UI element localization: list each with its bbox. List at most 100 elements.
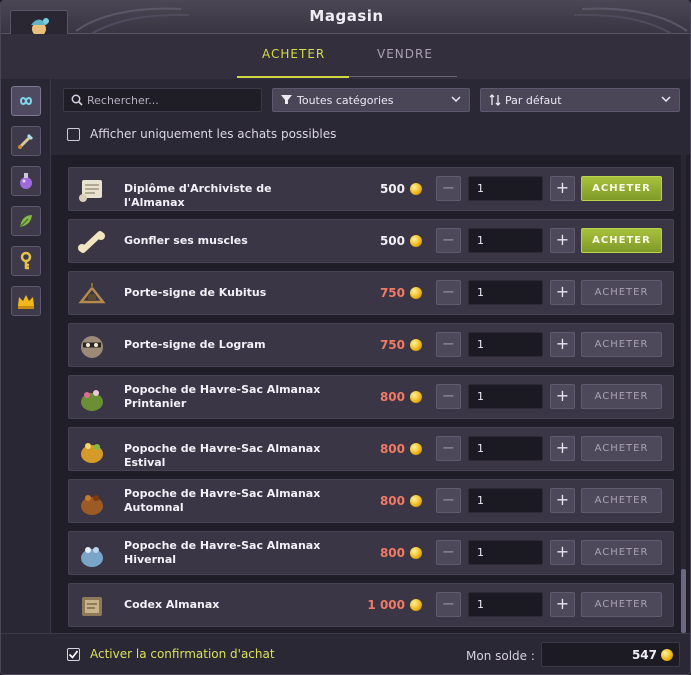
shop-item-row: Popoche de Havre-Sac Almanax Hivernal 800… — [68, 531, 674, 575]
shop-item-row: Popoche de Havre-Sac Almanax Printanier 8… — [68, 375, 674, 419]
item-price: 500 — [379, 234, 405, 248]
item-name: Codex Almanax — [124, 598, 220, 611]
category-sidebar — [1, 79, 51, 639]
item-name: Diplôme d'Archiviste de l'Almanax — [124, 182, 272, 209]
shop-item-row: Codex Almanax 1 000 −1 + ACHETER — [68, 583, 674, 627]
bone-icon — [74, 224, 110, 260]
buy-button[interactable]: ACHETER — [581, 436, 662, 461]
category-cosmetics-button[interactable] — [11, 286, 41, 316]
search-icon — [71, 94, 83, 106]
kama-coin-icon — [410, 235, 422, 247]
item-name: Popoche de Havre-Sac Almanax Printanier — [124, 383, 321, 410]
category-resources-button[interactable] — [11, 206, 41, 236]
shop-item-row: Porte-signe de Logram 750 −1 + ACHETER — [68, 323, 674, 367]
buy-button[interactable]: ACHETER — [581, 592, 662, 617]
kama-coin-icon — [410, 391, 422, 403]
confirm-purchase-checkbox[interactable] — [67, 648, 80, 661]
balance-label: Mon solde : — [466, 649, 535, 663]
category-dropdown-value: Toutes catégories — [297, 94, 394, 107]
quantity-decrement-button[interactable]: − — [436, 436, 461, 461]
category-equipment-button[interactable] — [11, 126, 41, 156]
item-price: 1 000 — [367, 598, 405, 612]
buy-button[interactable]: ACHETER — [581, 176, 662, 201]
quantity-decrement-button[interactable]: − — [436, 280, 461, 305]
raccoon-icon — [74, 328, 110, 364]
buy-button[interactable]: ACHETER — [581, 280, 662, 305]
quantity-input[interactable]: 1 — [468, 332, 543, 357]
shop-window: Magasin ACHETER VENDRE Rechercher... Tou… — [0, 0, 691, 675]
scrollbar-track[interactable] — [681, 155, 686, 633]
balance-value: 547 — [631, 648, 657, 662]
quantity-increment-button[interactable]: + — [550, 332, 575, 357]
quantity-input[interactable]: 1 — [468, 436, 543, 461]
tab-divider — [349, 76, 457, 77]
quantity-decrement-button[interactable]: − — [436, 228, 461, 253]
quantity-input[interactable]: 1 — [468, 488, 543, 513]
quantity-decrement-button[interactable]: − — [436, 488, 461, 513]
sort-dropdown[interactable]: Par défaut — [480, 88, 680, 112]
quantity-input[interactable]: 1 — [468, 540, 543, 565]
quantity-decrement-button[interactable]: − — [436, 592, 461, 617]
kama-coin-icon — [410, 495, 422, 507]
category-keys-button[interactable] — [11, 246, 41, 276]
quantity-increment-button[interactable]: + — [550, 176, 575, 201]
shop-item-row: Porte-signe de Kubitus 750 −1 + ACHETER — [68, 271, 674, 315]
quantity-increment-button[interactable]: + — [550, 436, 575, 461]
item-price: 500 — [379, 182, 405, 196]
scrollbar-thumb[interactable] — [681, 569, 686, 633]
item-price: 800 — [379, 390, 405, 404]
search-input[interactable]: Rechercher... — [63, 88, 262, 112]
quantity-decrement-button[interactable]: − — [436, 540, 461, 565]
quantity-increment-button[interactable]: + — [550, 488, 575, 513]
buy-button[interactable]: ACHETER — [581, 228, 662, 253]
quantity-input[interactable]: 1 — [468, 228, 543, 253]
sword-icon — [18, 133, 34, 149]
tab-sell[interactable]: VENDRE — [377, 47, 433, 61]
kama-coin-icon — [410, 339, 422, 351]
quantity-increment-button[interactable]: + — [550, 280, 575, 305]
category-all-button[interactable] — [11, 86, 41, 116]
quantity-input[interactable]: 1 — [468, 592, 543, 617]
balance-display: 547 — [541, 642, 680, 667]
quantity-decrement-button[interactable]: − — [436, 384, 461, 409]
bag-autumn-icon — [74, 484, 110, 520]
buy-button[interactable]: ACHETER — [581, 332, 662, 357]
sort-dropdown-value: Par défaut — [505, 94, 562, 107]
item-price: 800 — [379, 442, 405, 456]
quantity-input[interactable]: 1 — [468, 280, 543, 305]
potion-icon — [20, 173, 32, 189]
only-affordable-checkbox[interactable] — [67, 128, 80, 141]
crown-icon — [18, 295, 34, 309]
shop-item-row: Diplôme d'Archiviste de l'Almanax 500 −1 + A… — [68, 167, 674, 211]
quantity-increment-button[interactable]: + — [550, 228, 575, 253]
window-title: Magasin — [309, 7, 384, 25]
filter-icon — [281, 95, 292, 104]
category-dropdown[interactable]: Toutes catégories — [272, 88, 470, 112]
key-icon — [20, 251, 32, 270]
buy-button[interactable]: ACHETER — [581, 488, 662, 513]
buy-button[interactable]: ACHETER — [581, 384, 662, 409]
shop-item-row: Gonfler ses muscles 500 −1 + ACHETER — [68, 219, 674, 263]
checkmark-icon — [68, 650, 79, 659]
buy-button[interactable]: ACHETER — [581, 540, 662, 565]
tab-buy[interactable]: ACHETER — [262, 47, 325, 61]
quantity-decrement-button[interactable]: − — [436, 332, 461, 357]
kama-coin-icon — [410, 287, 422, 299]
chevron-down-icon — [661, 96, 671, 103]
active-tab-indicator — [237, 76, 349, 78]
kama-coin-icon — [410, 183, 422, 195]
bag-spring-icon — [74, 380, 110, 416]
quantity-input[interactable]: 1 — [468, 384, 543, 409]
category-consumables-button[interactable] — [11, 166, 41, 196]
hanger-icon — [74, 276, 110, 312]
item-name: Popoche de Havre-Sac Almanax Automnal — [124, 487, 321, 514]
item-price: 800 — [379, 546, 405, 560]
quantity-increment-button[interactable]: + — [550, 384, 575, 409]
quantity-decrement-button[interactable]: − — [436, 176, 461, 201]
bag-winter-icon — [74, 536, 110, 572]
quantity-input[interactable]: 1 — [468, 176, 543, 201]
kama-coin-icon — [410, 599, 422, 611]
quantity-increment-button[interactable]: + — [550, 592, 575, 617]
quantity-increment-button[interactable]: + — [550, 540, 575, 565]
title-bar: Magasin — [1, 1, 690, 34]
